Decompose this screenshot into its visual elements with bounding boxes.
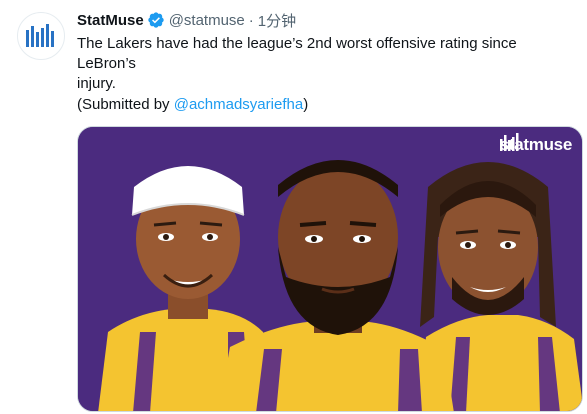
verified-badge-icon: [148, 12, 164, 28]
mention-link[interactable]: @achmadsyariefha: [174, 96, 303, 113]
display-name[interactable]: StatMuse: [77, 12, 144, 29]
timestamp[interactable]: 1分钟: [258, 10, 296, 31]
tweet-text: The Lakers have had the league’s 2nd wor…: [77, 34, 577, 94]
statmuse-logo-icon: [26, 24, 54, 47]
submitted-by: (Submitted by @achmadsyariefha): [77, 95, 308, 115]
tweet-header: StatMuse @statmuse · 1分钟: [77, 10, 296, 30]
tweet-text-line2: injury.: [77, 75, 116, 92]
statmuse-watermark: statmuse: [499, 133, 572, 157]
submitted-suffix: ): [303, 96, 309, 113]
separator-dot: ·: [248, 11, 254, 29]
avatar[interactable]: [17, 12, 65, 60]
tweet-text-line1: The Lakers have had the league’s 2nd wor…: [77, 35, 517, 72]
statmuse-bars-icon: [499, 133, 519, 151]
media-image[interactable]: statmuse: [77, 126, 583, 412]
handle[interactable]: @statmuse: [169, 12, 245, 29]
tweet[interactable]: StatMuse @statmuse · 1分钟 The Lakers have…: [0, 0, 587, 414]
players-illustration: [78, 127, 582, 411]
submitted-prefix: (Submitted by: [77, 96, 174, 113]
